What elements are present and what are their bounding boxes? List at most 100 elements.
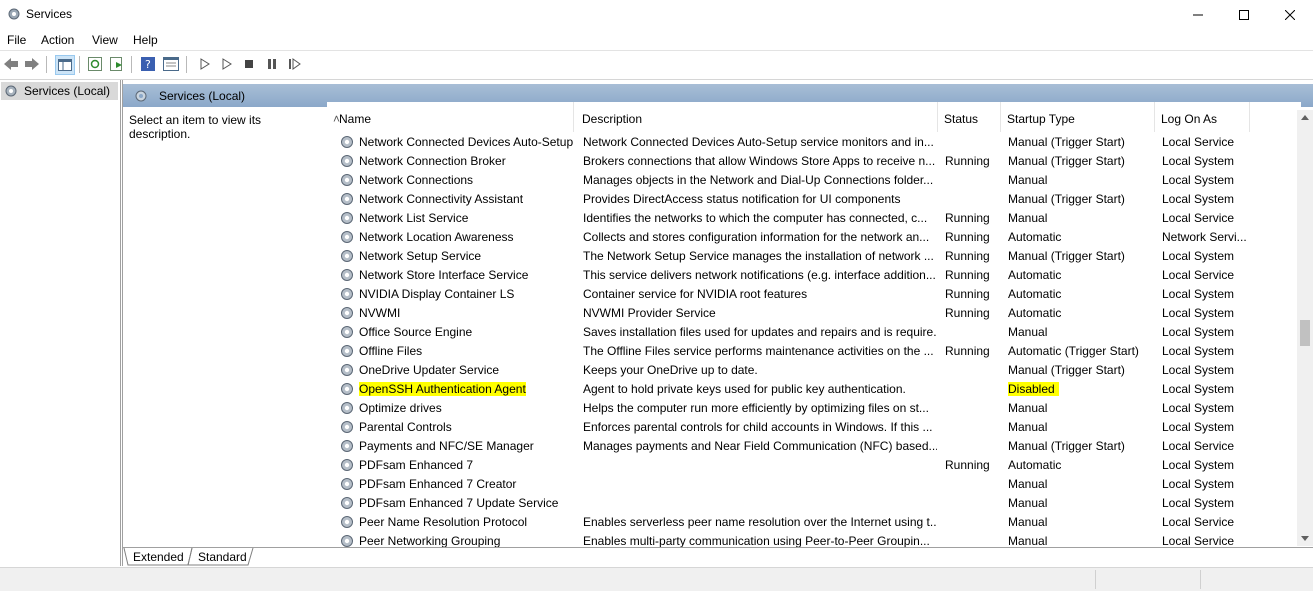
service-startup-type: Manual (Trigger Start) — [1008, 154, 1125, 168]
service-description: Keeps your OneDrive up to date. — [583, 363, 758, 377]
table-row[interactable]: Office Source Engine Saves installation f… — [327, 323, 1301, 342]
service-log-on-as: Local System — [1162, 249, 1235, 263]
table-row[interactable]: Payments and NFC/SE Manager Manages payme… — [327, 437, 1301, 456]
service-description: Manages objects in the Network and Dial-… — [583, 173, 934, 187]
table-row[interactable]: Offline Files The Offline Files service p… — [327, 342, 1301, 361]
table-row[interactable]: Network Connected Devices Auto-Setup Netw… — [327, 133, 1301, 152]
service-startup-type: Manual — [1008, 325, 1048, 339]
column-header-status[interactable]: Status — [938, 102, 1001, 132]
refresh-button[interactable] — [86, 55, 104, 73]
service-startup-type: Automatic — [1008, 287, 1062, 301]
details-pane: Services (Local) Select an item to view … — [122, 80, 1313, 566]
service-name: Peer Name Resolution Protocol — [359, 515, 528, 529]
start-service-params-button[interactable] — [218, 55, 236, 73]
menu-file[interactable]: File — [7, 33, 26, 47]
tree-item-services-local[interactable]: Services (Local) — [1, 82, 118, 100]
service-startup-type: Automatic — [1008, 268, 1062, 282]
service-log-on-as: Local System — [1162, 401, 1235, 415]
maximize-button[interactable] — [1221, 0, 1267, 30]
menu-help[interactable]: Help — [133, 33, 158, 47]
pause-service-button[interactable] — [263, 55, 281, 73]
service-gear-icon — [341, 535, 353, 547]
table-row[interactable]: OpenSSH Authentication Agent Agent to hol… — [327, 380, 1301, 399]
status-segment — [1095, 570, 1096, 589]
table-row[interactable]: Peer Networking Grouping Enables multi-pa… — [327, 532, 1301, 547]
properties-button[interactable] — [162, 55, 180, 73]
help-button[interactable]: ? — [139, 55, 157, 73]
service-startup-type: Manual — [1008, 211, 1048, 225]
service-log-on-as: Local Service — [1162, 211, 1235, 225]
service-name: PDFsam Enhanced 7 Update Service — [359, 496, 559, 510]
table-row[interactable]: PDFsam Enhanced 7 Running Automatic Local S… — [327, 456, 1301, 475]
service-log-on-as: Local System — [1162, 154, 1235, 168]
toolbar-separator — [79, 56, 80, 73]
service-gear-icon — [341, 136, 353, 148]
service-startup-type: Manual (Trigger Start) — [1008, 192, 1125, 206]
table-row[interactable]: Network Connectivity Assistant Provides D… — [327, 190, 1301, 209]
tab-extended[interactable]: Extended — [133, 550, 184, 568]
service-description: Enables multi-party communication using … — [583, 534, 930, 547]
menu-view[interactable]: View — [92, 33, 118, 47]
service-description: Enables serverless peer name resolution … — [583, 515, 937, 529]
service-startup-type: Manual (Trigger Start) — [1008, 363, 1125, 377]
table-row[interactable]: NVWMI NVWMI Provider Service Running Automa… — [327, 304, 1301, 323]
export-list-icon — [110, 57, 122, 71]
service-gear-icon — [341, 288, 353, 300]
vertical-scrollbar[interactable] — [1297, 110, 1313, 546]
table-row[interactable]: Network Location Awareness Collects and s… — [327, 228, 1301, 247]
service-status: Running — [945, 287, 990, 301]
service-description: Agent to hold private keys used for publ… — [583, 382, 906, 396]
column-header-startup-type[interactable]: Startup Type — [1001, 102, 1155, 132]
column-header-log-on-as[interactable]: Log On As — [1155, 102, 1250, 132]
table-row[interactable]: Peer Name Resolution Protocol Enables ser… — [327, 513, 1301, 532]
table-row[interactable]: Network Setup Service The Network Setup S… — [327, 247, 1301, 266]
scroll-up-icon[interactable] — [1297, 110, 1313, 124]
menu-action[interactable]: Action — [41, 33, 74, 47]
service-startup-type: Manual — [1008, 515, 1048, 529]
column-header-description[interactable]: Description — [576, 102, 938, 132]
table-row[interactable]: Network Store Interface Service This serv… — [327, 266, 1301, 285]
service-status: Running — [945, 211, 990, 225]
table-row[interactable]: PDFsam Enhanced 7 Creator Manual Local Sys… — [327, 475, 1301, 494]
close-button[interactable] — [1267, 0, 1313, 30]
scroll-down-icon[interactable] — [1297, 532, 1313, 546]
services-list: ˄ Name Description Status Startup Type L… — [327, 102, 1301, 547]
tab-standard[interactable]: Standard — [198, 550, 247, 568]
service-startup-type: Disabled — [1008, 382, 1059, 396]
table-row[interactable]: OneDrive Updater Service Keeps your OneDr… — [327, 361, 1301, 380]
back-button[interactable] — [2, 55, 20, 73]
column-header-name[interactable]: ˄ Name — [327, 102, 574, 132]
restart-service-button[interactable] — [286, 55, 304, 73]
table-row[interactable]: PDFsam Enhanced 7 Update Service Manual Lo… — [327, 494, 1301, 513]
service-name: Office Source Engine — [359, 325, 473, 339]
table-row[interactable]: Network List Service Identifies the netwo… — [327, 209, 1301, 228]
service-gear-icon — [341, 212, 353, 224]
play-icon — [200, 58, 210, 70]
service-log-on-as: Network Servi... — [1162, 230, 1247, 244]
table-row[interactable]: Network Connections Manages objects in th… — [327, 171, 1301, 190]
show-hide-console-tree-button[interactable] — [55, 55, 75, 75]
scrollbar-thumb[interactable] — [1300, 320, 1310, 346]
service-name: Network Location Awareness — [359, 230, 514, 244]
minimize-button[interactable] — [1175, 0, 1221, 30]
export-list-button[interactable] — [108, 55, 126, 73]
play-outline-icon — [222, 58, 232, 70]
table-row[interactable]: Optimize drives Helps the computer run mo… — [327, 399, 1301, 418]
back-arrow-icon — [4, 58, 18, 70]
table-row[interactable]: NVIDIA Display Container LS Container ser… — [327, 285, 1301, 304]
maximize-icon — [1239, 10, 1249, 20]
service-gear-icon — [341, 478, 353, 490]
table-row[interactable]: Network Connection Broker Brokers connect… — [327, 152, 1301, 171]
restart-icon — [289, 58, 301, 70]
table-row[interactable]: Parental Controls Enforces parental contr… — [327, 418, 1301, 437]
service-log-on-as: Local Service — [1162, 135, 1235, 149]
services-rows: Network Connected Devices Auto-Setup Netw… — [327, 133, 1301, 547]
service-gear-icon — [341, 402, 353, 414]
service-status: Running — [945, 249, 990, 263]
forward-button[interactable] — [23, 55, 41, 73]
service-log-on-as: Local System — [1162, 363, 1235, 377]
service-description: Saves installation files used for update… — [583, 325, 937, 339]
service-name: Network Connections — [359, 173, 474, 187]
start-service-button[interactable] — [196, 55, 214, 73]
stop-service-button[interactable] — [240, 55, 258, 73]
